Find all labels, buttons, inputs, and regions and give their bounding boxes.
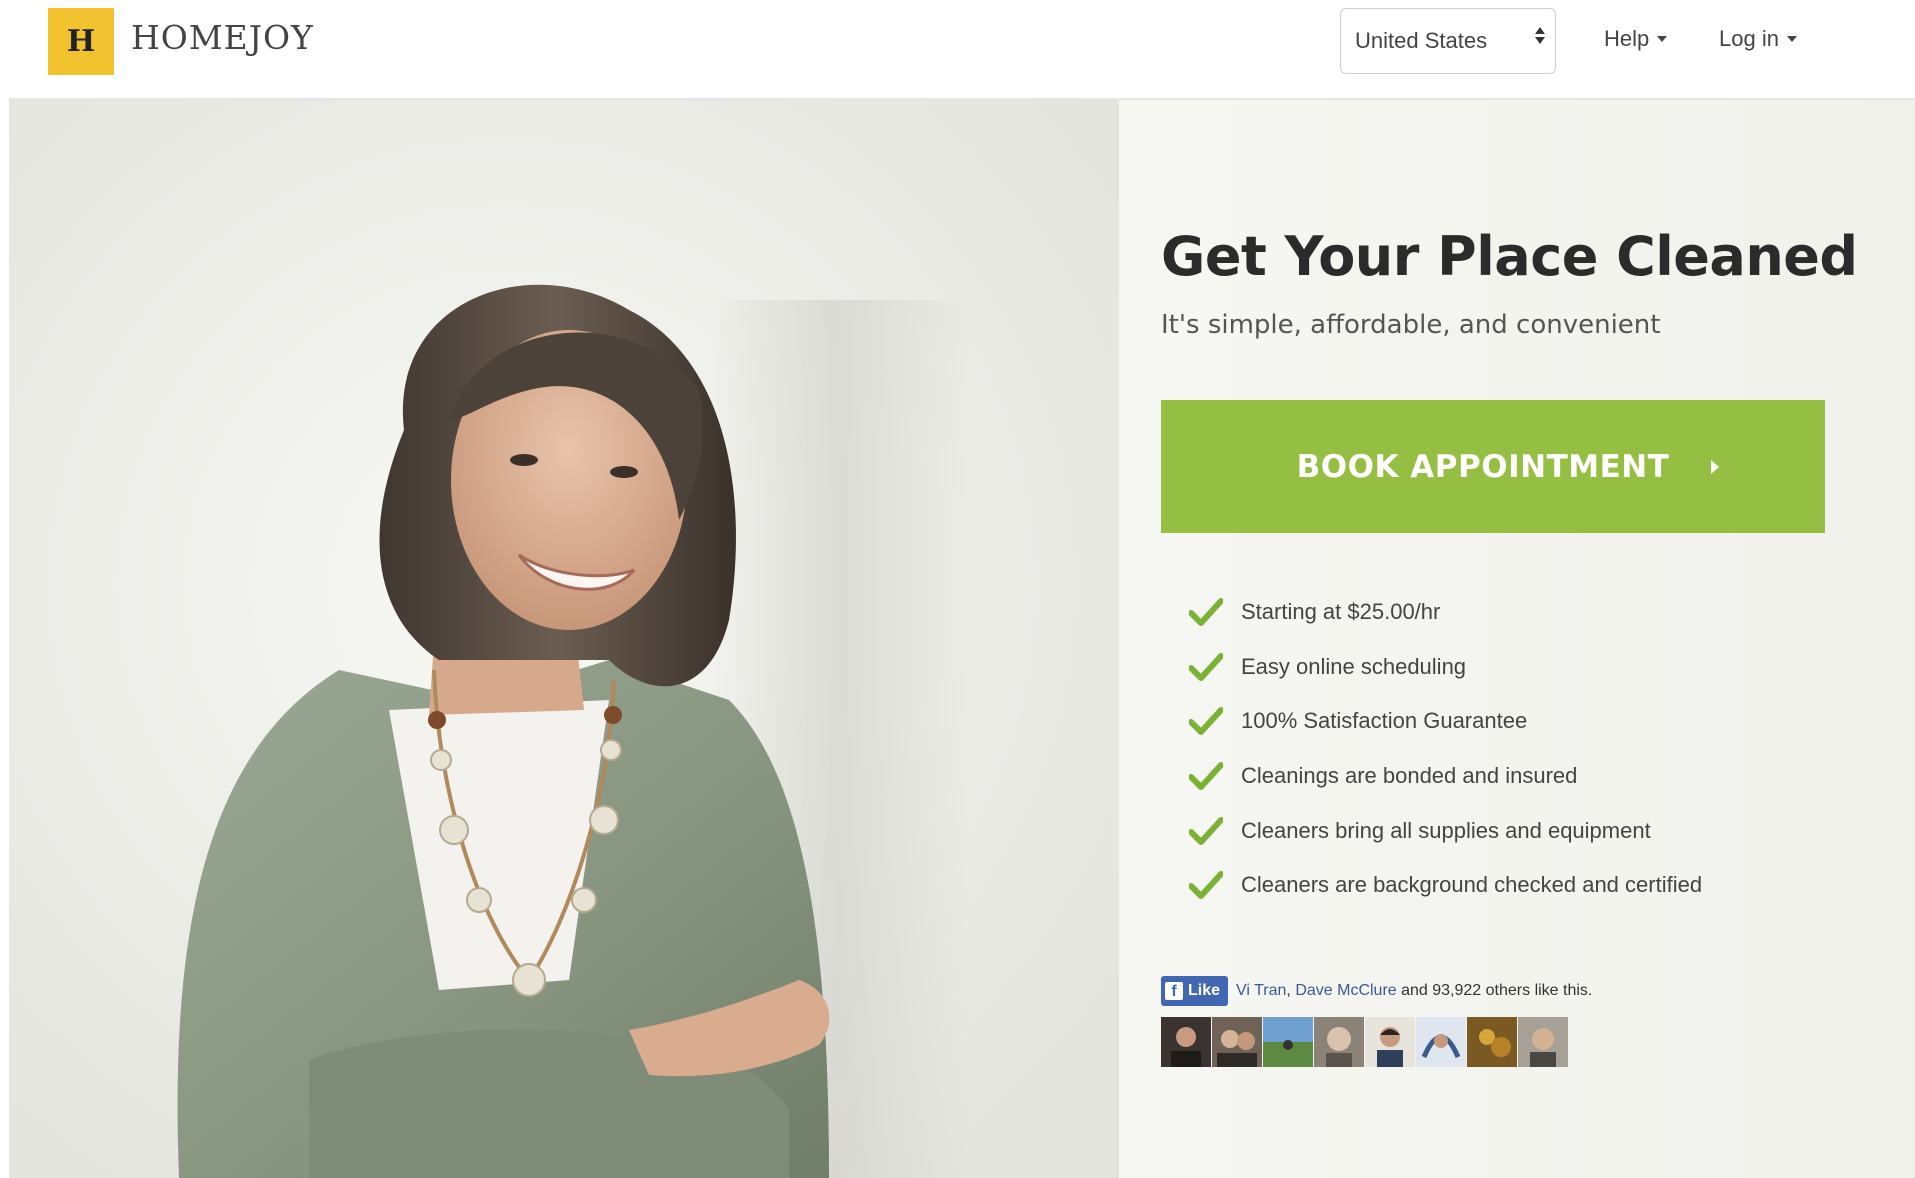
check-icon (1189, 652, 1223, 681)
check-icon (1189, 598, 1223, 627)
country-select[interactable]: United States (1340, 8, 1556, 74)
avatar[interactable] (1212, 1017, 1262, 1067)
hero-section: Get Your Place Cleaned It's simple, affo… (9, 100, 1915, 1178)
check-icon (1189, 762, 1223, 791)
feature-text: 100% Satisfaction Guarantee (1241, 708, 1528, 734)
feature-text: Cleaners are background checked and cert… (1241, 872, 1703, 898)
facebook-icon: f (1165, 982, 1183, 1000)
avatar[interactable] (1416, 1017, 1466, 1067)
help-menu[interactable]: Help (1604, 26, 1668, 52)
login-menu-label: Log in (1719, 26, 1779, 51)
facebook-social-text: Vi Tran, Dave McClure and 93,922 others … (1236, 982, 1593, 999)
logo-wordmark[interactable]: HOMEJOY (131, 18, 314, 57)
hero-photo (9, 100, 1119, 1178)
facebook-friend-link[interactable]: Dave McClure (1295, 982, 1396, 999)
facebook-like-label: Like (1188, 982, 1221, 999)
facebook-others-text: and 93,922 others like this. (1401, 982, 1593, 999)
country-select-value: United States (1355, 28, 1488, 53)
facebook-like-widget: f Like Vi Tran, Dave McClure and 93,922 … (1161, 976, 1592, 1006)
caret-down-icon (1657, 36, 1668, 42)
feature-list: Starting at $25.00/hr Easy online schedu… (1189, 585, 1702, 913)
hero-title: Get Your Place Cleaned (1161, 225, 1858, 288)
check-icon (1189, 816, 1223, 845)
facebook-friend-link[interactable]: Vi Tran (1236, 982, 1286, 999)
facebook-friend-faces (1161, 1017, 1568, 1067)
feature-item: Cleanings are bonded and insured (1189, 749, 1702, 804)
hero-subtitle: It's simple, affordable, and convenient (1161, 310, 1661, 340)
avatar[interactable] (1518, 1017, 1568, 1067)
chevron-right-icon (1711, 460, 1719, 474)
select-arrows-icon (1535, 27, 1545, 44)
avatar[interactable] (1314, 1017, 1364, 1067)
caret-down-icon (1786, 36, 1797, 42)
check-icon (1189, 707, 1223, 736)
top-navbar: H HOMEJOY United States Help Log in (0, 0, 1915, 98)
check-icon (1189, 871, 1223, 900)
avatar[interactable] (1263, 1017, 1313, 1067)
feature-item: Cleaners bring all supplies and equipmen… (1189, 803, 1702, 858)
avatar[interactable] (1161, 1017, 1211, 1067)
avatar[interactable] (1365, 1017, 1415, 1067)
logo-mark[interactable]: H (48, 8, 114, 75)
feature-text: Starting at $25.00/hr (1241, 599, 1441, 625)
login-menu[interactable]: Log in (1719, 26, 1797, 52)
book-appointment-label: BOOK APPOINTMENT (1296, 448, 1670, 485)
feature-item: Cleaners are background checked and cert… (1189, 858, 1702, 913)
feature-text: Cleanings are bonded and insured (1241, 763, 1578, 789)
feature-item: Starting at $25.00/hr (1189, 585, 1702, 640)
feature-text: Cleaners bring all supplies and equipmen… (1241, 817, 1651, 843)
avatar[interactable] (1467, 1017, 1517, 1067)
book-appointment-button[interactable]: BOOK APPOINTMENT (1161, 400, 1825, 533)
facebook-like-button[interactable]: f Like (1161, 976, 1229, 1006)
feature-item: Easy online scheduling (1189, 640, 1702, 695)
feature-text: Easy online scheduling (1241, 653, 1467, 679)
help-menu-label: Help (1604, 26, 1650, 51)
feature-item: 100% Satisfaction Guarantee (1189, 694, 1702, 749)
